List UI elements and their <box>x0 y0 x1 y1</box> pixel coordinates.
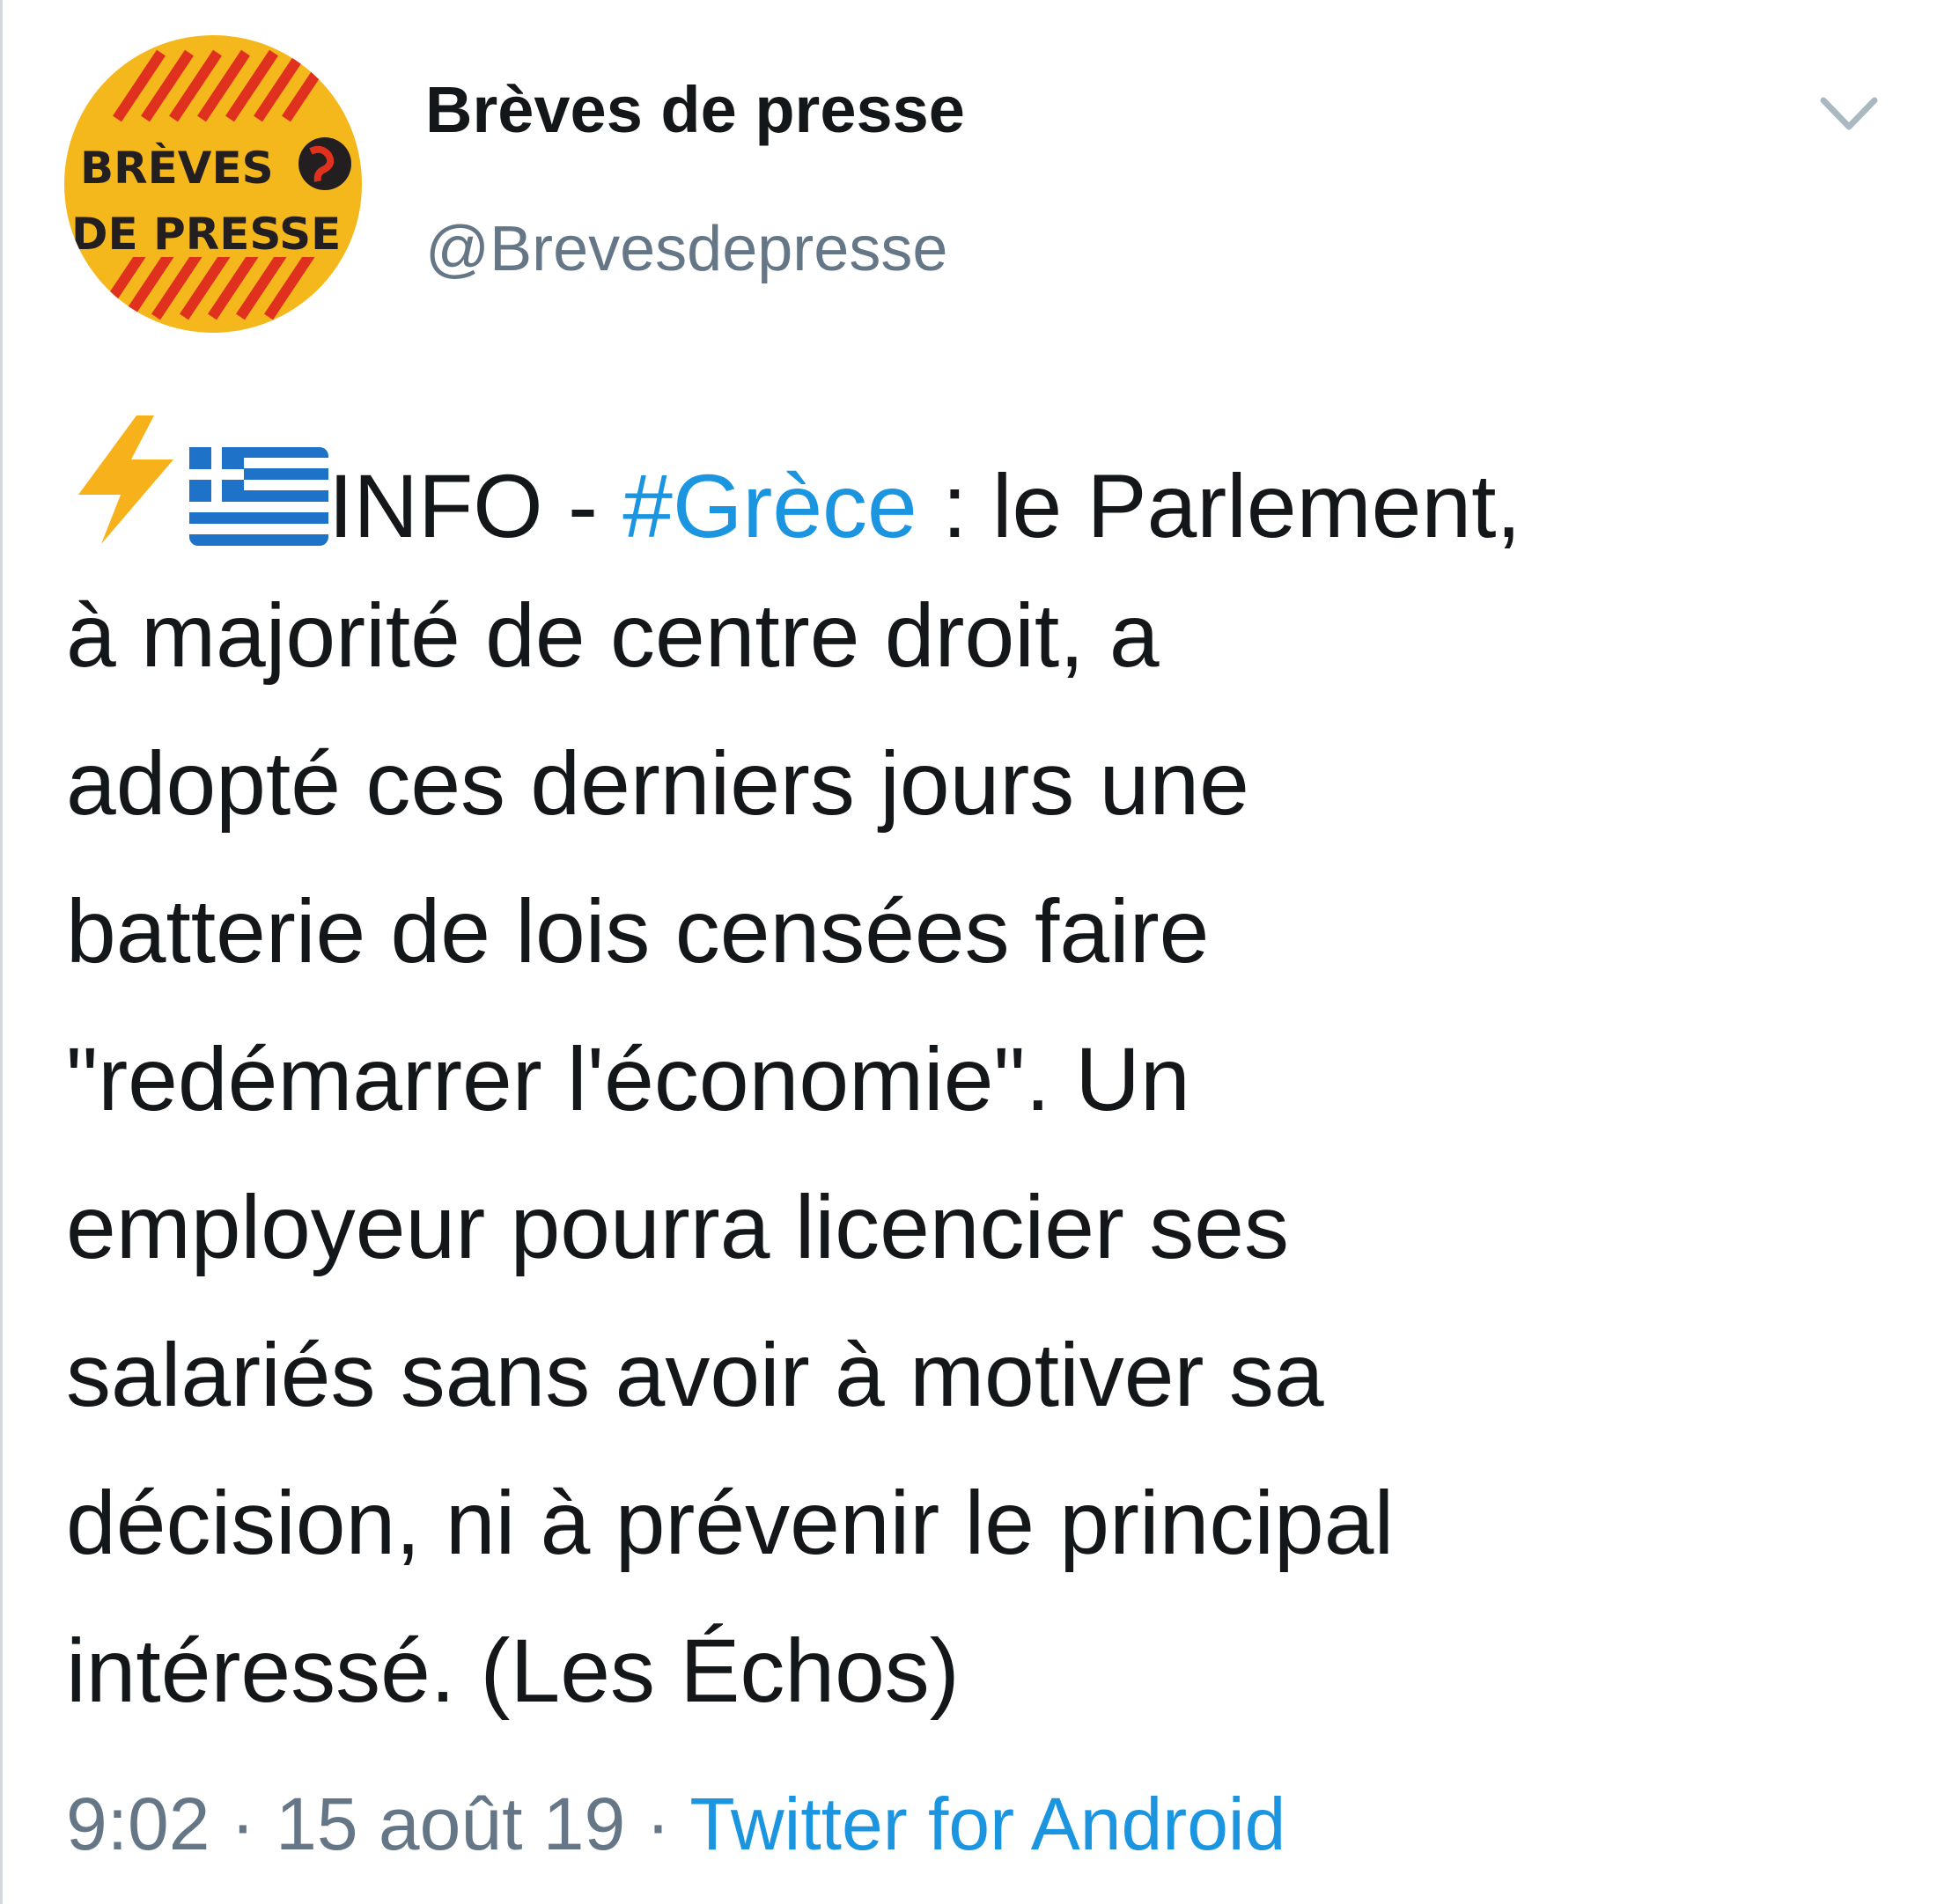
tweet-line: adopté ces derniers jours une <box>66 733 1249 834</box>
avatar-logo: BRÈVES DE PRESSE <box>64 35 362 333</box>
meta-separator: · <box>625 1783 690 1865</box>
display-name[interactable]: Brèves de presse <box>425 77 965 143</box>
tweet-line: intéressé. (Les Échos) <box>66 1621 960 1721</box>
tweet-time[interactable]: 9:02 <box>66 1783 210 1865</box>
tweet-line: "redémarrer l'économie". Un <box>66 1029 1190 1129</box>
tweet-body: INFO - #Grèce : le Parlement, à majorité… <box>66 414 1897 1745</box>
tweet-line: salariés sans avoir à motiver sa <box>66 1325 1324 1425</box>
meta-separator: · <box>210 1783 276 1865</box>
tweet-line: décision, ni à prévenir le principal <box>66 1473 1395 1573</box>
tweet-line: à majorité de centre droit, a <box>66 585 1160 686</box>
tweet-line: employeur pourra licencier ses <box>66 1177 1289 1277</box>
tweet-metadata: 9:02 · 15 août 19 · Twitter for Android <box>66 1787 1285 1861</box>
hashtag-link[interactable]: #Grèce <box>622 456 917 556</box>
avatar-text-1: BRÈVES <box>80 142 274 194</box>
avatar[interactable]: BRÈVES DE PRESSE <box>64 35 362 333</box>
tweet-line: batterie de lois censées faire <box>66 881 1210 981</box>
chevron-down-icon[interactable] <box>1818 92 1880 136</box>
avatar-text-2: DE PRESSE <box>71 209 341 260</box>
tweet-date[interactable]: 15 août 19 <box>276 1783 625 1865</box>
tweet-line: INFO - #Grèce : le Parlement, <box>66 414 1897 562</box>
user-handle[interactable]: @Brevesdepresse <box>425 217 947 281</box>
tweet-text-prefix: INFO - <box>328 456 623 556</box>
tweet-source-link[interactable]: Twitter for Android <box>689 1783 1285 1865</box>
tweet-text-suffix: : le Parlement, <box>917 456 1521 556</box>
